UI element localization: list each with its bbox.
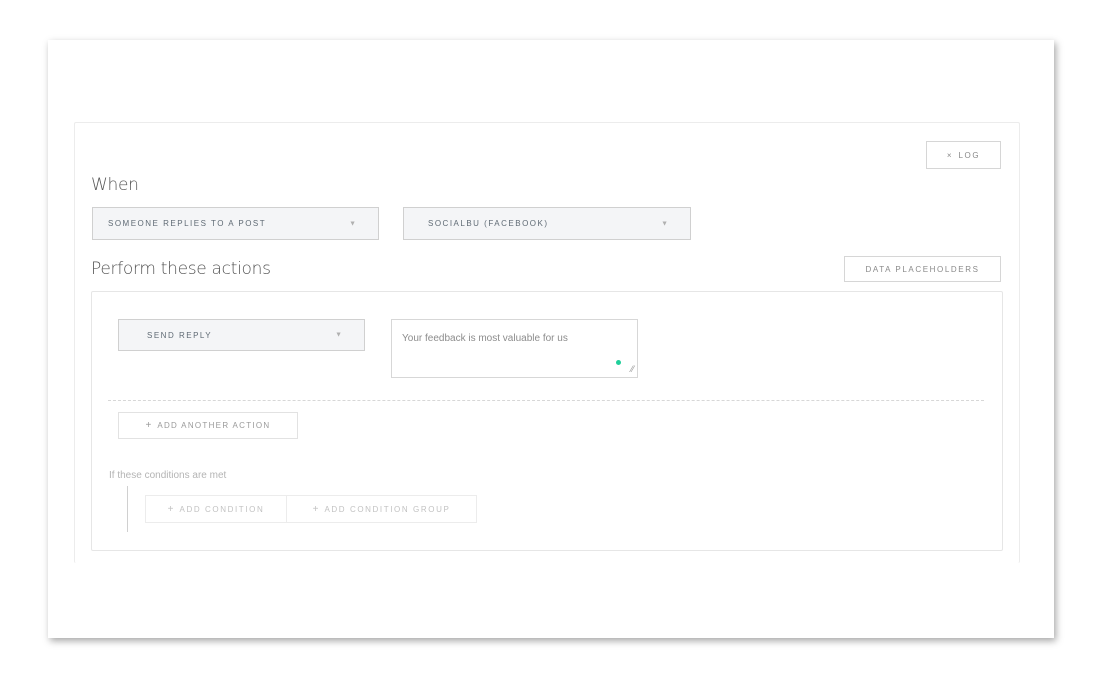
log-button-label: LOG — [958, 150, 981, 160]
trigger-select[interactable]: SOMEONE REPLIES TO A POST ▼ — [92, 207, 379, 240]
add-condition-button[interactable]: + ADD CONDITION — [145, 495, 287, 523]
plus-icon: + — [145, 420, 152, 431]
conditions-label: If these conditions are met — [109, 470, 227, 481]
chevron-down-icon: ▼ — [349, 220, 356, 227]
x-icon: × — [946, 150, 952, 160]
chevron-down-icon: ▼ — [335, 331, 342, 339]
automation-editor-window: × LOG When SOMEONE REPLIES TO A POST ▼ S… — [48, 40, 1054, 638]
resize-handle-icon[interactable]: ⁄⁄ — [631, 365, 634, 374]
action-type-select[interactable]: SEND REPLY ▼ — [118, 319, 365, 351]
reply-text-value: Your feedback is most valuable for us — [402, 333, 568, 344]
trigger-select-value: SOMEONE REPLIES TO A POST — [108, 219, 267, 228]
add-condition-group-label: ADD CONDITION GROUP — [324, 504, 451, 514]
reply-text-field[interactable]: Your feedback is most valuable for us ⁄⁄ — [391, 319, 638, 378]
chevron-down-icon: ▼ — [661, 220, 668, 227]
divider — [108, 400, 984, 401]
data-placeholders-label: DATA PLACEHOLDERS — [865, 264, 980, 274]
add-condition-group-button[interactable]: + ADD CONDITION GROUP — [286, 495, 477, 523]
when-heading: When — [91, 175, 139, 195]
data-placeholders-button[interactable]: DATA PLACEHOLDERS — [844, 256, 1001, 282]
condition-group-bar — [127, 486, 128, 532]
automation-card: × LOG When SOMEONE REPLIES TO A POST ▼ S… — [74, 122, 1020, 563]
add-another-action-label: ADD ANOTHER ACTION — [157, 421, 271, 430]
actions-heading: Perform these actions — [91, 259, 271, 279]
log-button[interactable]: × LOG — [926, 141, 1001, 169]
account-select-value: SOCIALBU (FACEBOOK) — [428, 219, 549, 228]
plus-icon: + — [312, 503, 319, 515]
add-another-action-button[interactable]: + ADD ANOTHER ACTION — [118, 412, 298, 439]
status-dot — [616, 360, 621, 365]
action-type-value: SEND REPLY — [147, 330, 213, 340]
plus-icon: + — [167, 503, 174, 515]
account-select[interactable]: SOCIALBU (FACEBOOK) ▼ — [403, 207, 691, 240]
actions-panel: SEND REPLY ▼ Your feedback is most valua… — [91, 291, 1003, 551]
add-condition-label: ADD CONDITION — [179, 504, 265, 514]
